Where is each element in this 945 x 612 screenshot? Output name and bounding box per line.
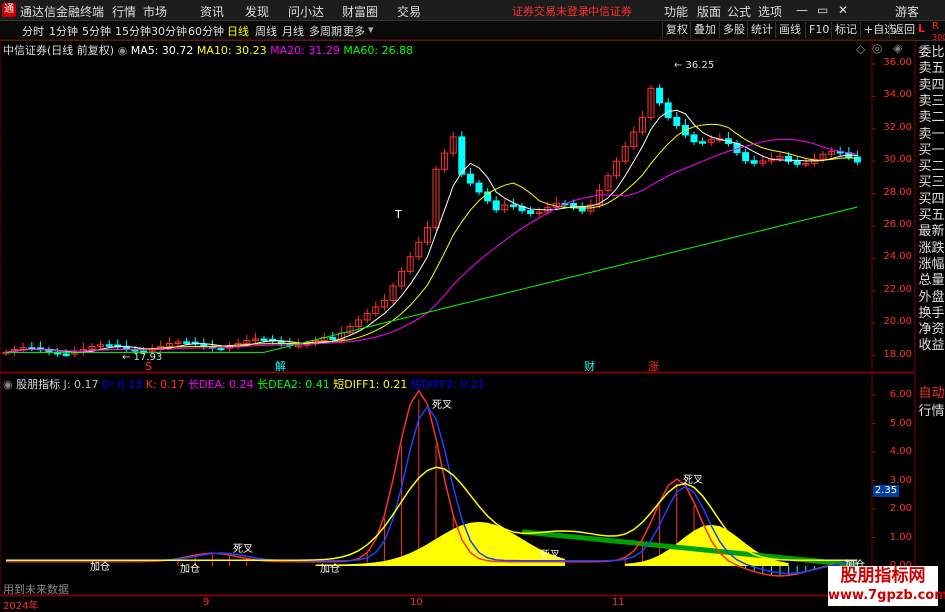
candle-body — [527, 210, 535, 215]
candle-body — [793, 160, 801, 165]
kline-chart[interactable]: ← 36.25← 17.93ST解财涨死叉死叉死叉死叉加仓加仓加仓加仓 — [0, 0, 945, 609]
candle-body — [690, 134, 698, 143]
price-tick-label: 34.00 — [883, 89, 912, 101]
short-diff2-value: 短DIFF2: 0.21 — [410, 378, 485, 391]
side-panel-quote[interactable]: 行情 — [918, 404, 945, 420]
k-value: K: 0.17 — [145, 378, 185, 391]
candle-body — [217, 347, 225, 351]
indicator-annotation: 加仓 — [180, 562, 200, 575]
side-panel-item[interactable]: 外盘 — [918, 290, 945, 306]
indicator-annotation: 加仓 — [90, 560, 110, 573]
side-panel-item[interactable]: 换手 — [918, 306, 945, 322]
low-price-label: ← 17.93 — [122, 352, 162, 363]
side-panel-item[interactable]: 净资 — [918, 322, 945, 338]
indicator-tick-label: 4.00 — [889, 446, 912, 457]
side-panel-item[interactable]: 最新 — [918, 224, 945, 240]
indicator-annotation: 加仓 — [320, 562, 340, 575]
indicator-annotation: 死叉 — [432, 399, 452, 411]
watermark-url: www.7gpzb.com — [828, 588, 945, 603]
candle-body — [656, 87, 664, 104]
candle-body — [664, 102, 672, 118]
candle-body — [329, 337, 337, 340]
short-diff1-value: 短DIFF1: 0.21 — [333, 378, 408, 391]
candle-body — [742, 152, 750, 162]
x-label-nov: 11 — [612, 597, 625, 608]
price-tick-label: 26.00 — [883, 219, 912, 230]
candle-body — [492, 200, 500, 211]
candle-body — [62, 353, 70, 356]
d-value: D: 0.13 — [102, 378, 143, 391]
candle-body — [260, 338, 268, 341]
indicator-tick-label: 1.00 — [889, 531, 912, 543]
side-panel-item[interactable]: 卖二 — [918, 110, 945, 126]
price-tick-label: 32.00 — [883, 121, 912, 133]
side-panel-item[interactable]: 涨跌 — [918, 241, 945, 257]
indicator-tick-label: 5.00 — [889, 417, 912, 429]
candle-body — [466, 173, 474, 184]
indicator-annotation: 死叉 — [233, 543, 253, 555]
indicator-tick-label: 6.00 — [889, 389, 912, 400]
candle-body — [458, 136, 466, 175]
high-price-label: ← 36.25 — [674, 60, 714, 71]
side-panel-item[interactable]: 买二 — [918, 159, 945, 175]
price-tick-label: 18.00 — [883, 348, 912, 360]
watermark-title: 股朋指标网 — [840, 566, 926, 586]
settings-icon[interactable]: ◉ — [3, 378, 13, 391]
side-panel-item[interactable]: 收益 — [918, 338, 945, 354]
price-tick-label: 24.00 — [883, 251, 912, 263]
side-panel-item[interactable]: 买四 — [918, 192, 945, 208]
price-tick-label: 36.00 — [883, 57, 912, 68]
j-value: J: 0.17 — [63, 378, 99, 391]
side-panel-item[interactable]: 买三 — [918, 175, 945, 191]
candle-body — [475, 182, 483, 193]
ma-line — [5, 109, 858, 353]
side-panel-item[interactable]: 卖四 — [918, 78, 945, 94]
long-dea2-value: 长DEA2: 0.41 — [257, 378, 330, 391]
price-tick-label: 22.00 — [883, 283, 912, 295]
side-panel-item[interactable]: 总量 — [918, 273, 945, 289]
indicator-name[interactable]: 股朋指标 — [16, 378, 60, 391]
chart-marker: T — [394, 208, 402, 221]
price-tick-label: 30.00 — [883, 154, 912, 166]
side-panel-item[interactable]: 卖五 — [918, 61, 945, 77]
side-panel-item[interactable]: 卖三 — [918, 94, 945, 110]
side-panel-item[interactable]: 委比 — [918, 45, 945, 61]
main-panel-frame — [0, 39, 916, 373]
price-tick-label: 28.00 — [883, 186, 912, 198]
side-panel-item[interactable]: 买一 — [918, 143, 945, 159]
candle-body — [183, 341, 191, 344]
candle-body — [699, 141, 707, 144]
candle-body — [750, 160, 758, 164]
chart-marker: 财 — [584, 359, 595, 373]
indicator-annotation: 死叉 — [540, 549, 560, 561]
indicator-legend: ◉ 股朋指标 J: 0.17 D: 0.13 K: 0.17 长DEA: 0.2… — [3, 376, 485, 392]
chart-marker: 解 — [275, 359, 286, 373]
ma60-line — [6, 206, 858, 353]
x-label-oct: 10 — [410, 597, 423, 608]
candle-body — [105, 344, 113, 347]
candle-body — [673, 116, 681, 126]
future-data-note: 用到未来数据 — [3, 583, 69, 596]
x-label-year: 2024年 — [3, 601, 39, 612]
indicator-tick-label: 2.00 — [889, 503, 912, 514]
candle-body — [509, 204, 517, 207]
x-label-sep: 9 — [203, 597, 210, 608]
watermark: 股朋指标网 www.7gpzb.com — [828, 566, 945, 606]
side-panel-item[interactable]: 涨幅 — [918, 257, 945, 273]
chart-marker: 涨 — [648, 360, 659, 373]
chart-marker: S — [145, 360, 152, 373]
current-value-badge: 2.35 — [873, 485, 899, 497]
indicator-annotation: 死叉 — [683, 474, 703, 486]
side-panel-auto[interactable]: 自动 — [918, 386, 945, 402]
indicator-tick-label: 3.00 — [889, 474, 912, 486]
price-tick-label: 20.00 — [883, 316, 912, 328]
long-dea-value: 长DEA: 0.24 — [188, 378, 254, 391]
side-panel-item[interactable]: 卖一 — [918, 127, 945, 143]
side-panel-item[interactable]: 买五 — [918, 208, 945, 224]
